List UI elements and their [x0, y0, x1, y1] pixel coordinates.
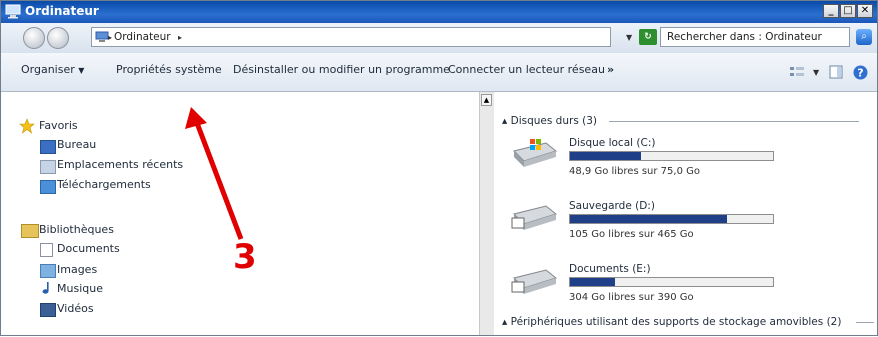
search-placeholder: Rechercher dans : Ordinateur: [667, 31, 822, 43]
drive-usage-bar: [569, 214, 774, 224]
preview-pane-icon[interactable]: [829, 65, 843, 79]
search-input[interactable]: Rechercher dans : Ordinateur: [660, 27, 850, 47]
more-commands-button[interactable]: »: [607, 63, 614, 76]
computer-icon: [5, 4, 21, 19]
title-bar[interactable]: Ordinateur _ □ ✕: [1, 1, 877, 23]
chevron-down-icon[interactable]: ▼: [813, 68, 819, 77]
recent-places-icon: [40, 160, 56, 174]
collapse-icon: ▴: [502, 316, 508, 328]
scroll-up-arrow-icon[interactable]: ▲: [481, 94, 492, 106]
annotation-step-number: 3: [233, 237, 257, 277]
window-title: Ordinateur: [25, 4, 99, 18]
minimize-button[interactable]: _: [823, 4, 839, 18]
drive-free-space: 105 Go libres sur 465 Go: [569, 229, 694, 240]
windows-drive-icon: [513, 139, 558, 167]
nav-bibliotheques[interactable]: Bibliothèques: [39, 223, 114, 236]
help-icon[interactable]: ?: [853, 65, 868, 80]
computer-icon: [95, 31, 109, 42]
chevron-right-icon: ▸: [108, 33, 113, 42]
drive-usage-fill: [570, 152, 641, 160]
content-pane: ▴ Disques durs (3) Disque local (C:) 48,…: [494, 92, 877, 335]
videos-icon: [40, 303, 56, 317]
star-icon: [19, 118, 35, 134]
forward-button[interactable]: [47, 27, 69, 49]
explorer-window: Ordinateur _ □ ✕ ▸ Ordinateur ▸ ▼ ↻ Rech…: [0, 0, 878, 336]
documents-icon: [40, 243, 53, 257]
nav-favoris[interactable]: Favoris: [39, 119, 78, 132]
desinstaller-button[interactable]: Désinstaller ou modifier un programme: [233, 63, 450, 76]
nav-item-telechargements[interactable]: Téléchargements: [57, 178, 151, 191]
collapse-icon: ▴: [502, 115, 508, 127]
libraries-icon: [21, 224, 39, 238]
drive-free-space: 48,9 Go libres sur 75,0 Go: [569, 166, 700, 177]
close-button[interactable]: ✕: [857, 4, 873, 18]
address-bar: ▸ Ordinateur ▸ ▼ ↻ Rechercher dans : Ord…: [1, 23, 877, 54]
drive-name[interactable]: Documents (E:): [569, 263, 651, 275]
drive-name[interactable]: Sauvegarde (D:): [569, 200, 655, 212]
organiser-label: Organiser: [21, 63, 75, 76]
nav-item-bureau[interactable]: Bureau: [57, 138, 96, 151]
navigation-pane: Favoris Bureau Emplacements récents Télé…: [1, 92, 479, 335]
hard-drive-icon: [511, 269, 558, 294]
address-field[interactable]: ▸ Ordinateur ▸: [91, 27, 611, 47]
maximize-button[interactable]: □: [840, 4, 856, 18]
nav-item-musique[interactable]: Musique: [57, 282, 103, 295]
nav-item-documents[interactable]: Documents: [57, 242, 120, 255]
nav-item-images[interactable]: Images: [57, 263, 97, 276]
chevron-down-icon: ▼: [78, 66, 85, 75]
drive-usage-fill: [570, 278, 615, 286]
hard-drive-icon: [511, 205, 558, 230]
desktop-icon: [40, 140, 56, 154]
drive-name[interactable]: Disque local (C:): [569, 137, 655, 149]
drive-item[interactable]: [510, 264, 558, 301]
svg-text:?: ?: [857, 67, 863, 80]
chevron-right-icon[interactable]: ▸: [178, 33, 182, 42]
drive-free-space: 304 Go libres sur 390 Go: [569, 292, 694, 303]
breadcrumb[interactable]: Ordinateur: [114, 31, 171, 43]
organiser-button[interactable]: Organiser ▼: [21, 63, 84, 76]
proprietes-systeme-button[interactable]: Propriétés système: [116, 63, 222, 76]
drive-item[interactable]: [510, 137, 558, 174]
drive-usage-bar: [569, 151, 774, 161]
images-icon: [40, 264, 56, 278]
downloads-icon: [40, 180, 56, 194]
group-label: Disques durs (3): [510, 115, 598, 127]
music-icon: [42, 282, 49, 294]
nav-item-videos[interactable]: Vidéos: [57, 302, 94, 315]
chevron-down-icon[interactable]: ▼: [626, 33, 632, 42]
drive-usage-bar: [569, 277, 774, 287]
group-label: Périphériques utilisant des supports de …: [510, 316, 842, 328]
view-options-icon[interactable]: [789, 65, 805, 79]
command-bar: Organiser ▼ Propriétés système Désinstal…: [1, 53, 877, 92]
connecter-lecteur-button[interactable]: Connecter un lecteur réseau: [448, 63, 605, 76]
drive-usage-fill: [570, 215, 728, 223]
search-icon[interactable]: ⌕: [856, 29, 872, 45]
nav-item-emplacements-recents[interactable]: Emplacements récents: [57, 158, 183, 171]
drive-item[interactable]: [510, 200, 558, 237]
group-header-peripheriques[interactable]: ▴ Périphériques utilisant des supports d…: [502, 316, 841, 328]
vertical-scrollbar[interactable]: ▲: [479, 92, 494, 335]
back-button[interactable]: [23, 27, 45, 49]
group-divider: [609, 121, 859, 122]
refresh-icon[interactable]: ↻: [639, 29, 657, 45]
group-header-disques[interactable]: ▴ Disques durs (3): [502, 115, 597, 127]
group-divider: [856, 322, 874, 323]
